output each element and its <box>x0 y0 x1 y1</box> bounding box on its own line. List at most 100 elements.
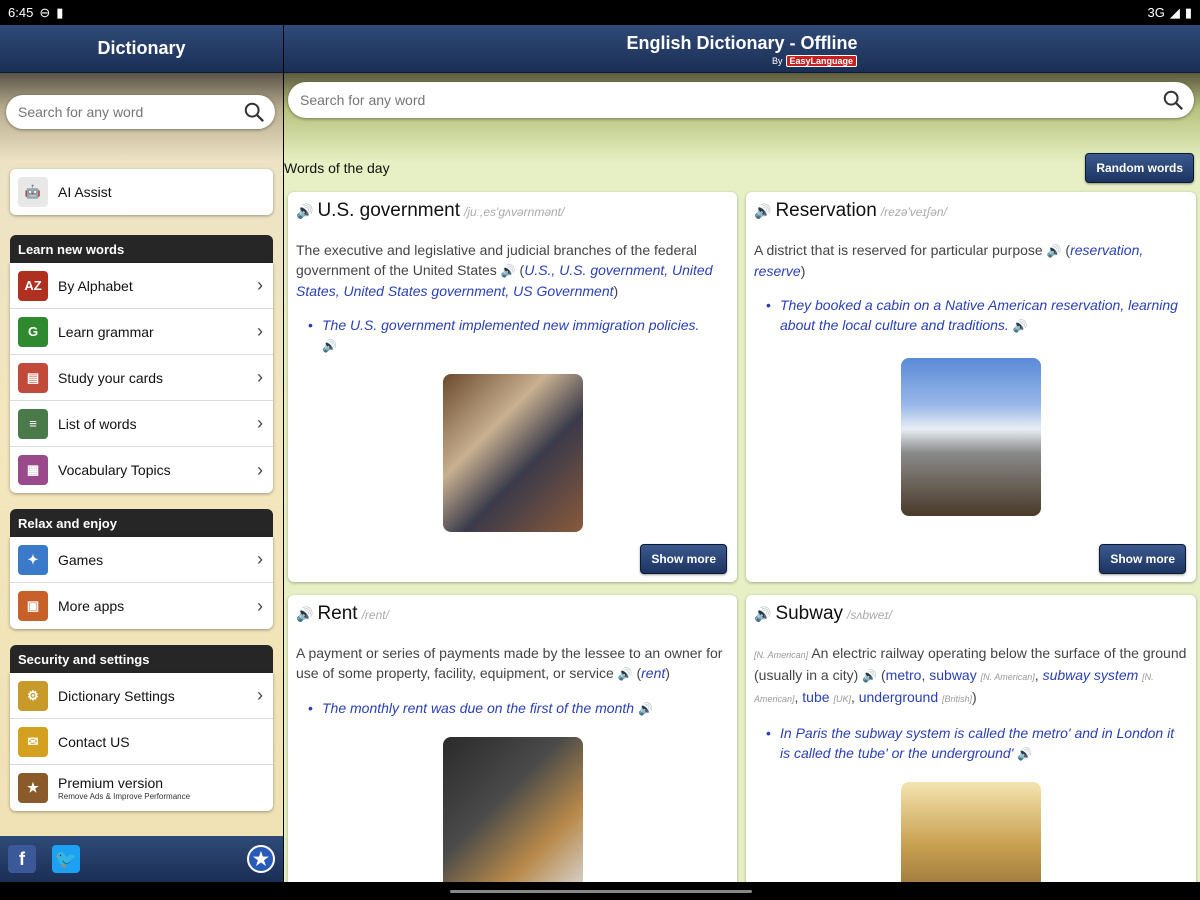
words-of-day-label: Words of the day <box>284 160 390 176</box>
sidebar-search-input[interactable] <box>18 104 243 120</box>
speaker-icon[interactable]: 🔊 <box>754 606 771 623</box>
example: In Paris the subway system is called the… <box>780 725 1175 761</box>
twitter-icon[interactable]: 🐦 <box>52 845 80 873</box>
sidebar-item-label: Learn grammar <box>58 324 257 340</box>
sidebar-item-vocabulary-topics[interactable]: ▦ Vocabulary Topics › <box>10 447 273 493</box>
sidebar-item-label: Dictionary Settings <box>58 688 257 704</box>
speaker-icon[interactable]: 🔊 <box>754 203 771 220</box>
brand-byline: By EasyLanguage <box>772 55 858 67</box>
subway-station-photo <box>901 782 1041 882</box>
word-card: 🔊 Rent/rent/ A payment or series of payme… <box>288 595 737 882</box>
show-more-button[interactable]: Show more <box>1099 544 1186 574</box>
games-icon: ✦ <box>18 544 48 575</box>
speaker-icon[interactable]: 🔊 <box>618 667 633 681</box>
sidebar-item-premium-version[interactable]: ★ Premium version Remove Ads & Improve Per… <box>10 765 273 811</box>
sidebar-item-text: Dictionary Settings <box>58 687 175 704</box>
synonym-subway[interactable]: subway <box>929 667 976 683</box>
word-title[interactable]: Rent <box>317 603 357 625</box>
list-icon: ≡ <box>18 408 48 439</box>
word-title[interactable]: Reservation <box>775 200 876 222</box>
word-title[interactable]: U.S. government <box>317 200 460 222</box>
word-title[interactable]: Subway <box>775 603 843 625</box>
status-bar: 6:45 ⊖ ▮ 3G ◢ ▮ <box>0 0 1200 25</box>
sidebar-section-title: Security and settings <box>10 645 273 673</box>
speaker-icon[interactable]: 🔊 <box>1047 244 1062 258</box>
sidebar-section-card: AZ By Alphabet › G Learn grammar › ▤ Study your… <box>10 263 273 493</box>
example: They booked a cabin on a Native American… <box>780 297 1178 333</box>
sidebar-item-list-of-words[interactable]: ≡ List of words › <box>10 401 273 447</box>
sidebar-search-area <box>0 73 283 163</box>
region-tag: [N. American] <box>754 650 809 660</box>
example: The U.S. government implemented new immi… <box>322 317 700 333</box>
sidebar-item-by-alphabet[interactable]: AZ By Alphabet › <box>10 263 273 309</box>
rent-jar-photo <box>442 737 583 882</box>
speaker-icon[interactable]: 🔊 <box>296 606 313 623</box>
sidebar-section-title: Relax and enjoy <box>10 509 273 537</box>
sidebar-item-text: By Alphabet <box>58 277 133 294</box>
chevron-right-icon: › <box>257 459 263 480</box>
sidebar-item-text: Contact US <box>58 733 130 750</box>
mountain-photo <box>901 358 1041 516</box>
sidebar-item-dictionary-settings[interactable]: ⚙ Dictionary Settings › <box>10 673 273 719</box>
speaker-icon[interactable]: 🔊 <box>322 339 337 353</box>
sidebar-item-text: Premium version <box>58 775 164 791</box>
speaker-icon[interactable]: 🔊 <box>1017 747 1032 761</box>
sidebar-item-label: Games <box>58 552 257 568</box>
word-card: 🔊 Subway/sʌbweɪ/ [N. American] An electri… <box>746 595 1196 882</box>
random-words-button[interactable]: Random words <box>1085 153 1194 183</box>
example: The monthly rent was due on the first of… <box>322 700 635 716</box>
sidebar-item-more-apps[interactable]: ▣ More apps › <box>10 583 273 629</box>
sidebar-item-text: Study your cards <box>58 369 164 386</box>
chevron-right-icon: › <box>257 367 263 387</box>
synonym-metro[interactable]: metro <box>886 667 922 683</box>
search-icon[interactable] <box>243 101 265 123</box>
sidebar-item-label: Vocabulary Topics <box>58 462 257 478</box>
sidebar-item-contact-us[interactable]: ✉ Contact US <box>10 719 273 765</box>
main-header: English Dictionary - Offline By EasyLang… <box>284 25 1200 73</box>
synonym-subway-system[interactable]: subway system <box>1043 667 1139 683</box>
main-search-area <box>284 73 1200 163</box>
sidebar-search-box[interactable] <box>6 95 275 129</box>
speaker-icon[interactable]: 🔊 <box>501 264 516 278</box>
facebook-icon[interactable]: f <box>8 845 36 873</box>
main-search-box[interactable] <box>288 82 1194 118</box>
home-gesture-handle[interactable] <box>450 890 752 893</box>
chevron-right-icon: › <box>257 685 263 705</box>
sidebar-item-learn-grammar[interactable]: G Learn grammar › <box>10 309 273 355</box>
sidebar-item-label: Study your cards <box>58 370 257 386</box>
synonyms[interactable]: rent <box>641 665 665 681</box>
sidebar-item-study-your-cards[interactable]: ▤ Study your cards › <box>10 355 273 401</box>
speaker-icon[interactable]: 🔊 <box>1013 319 1028 333</box>
speaker-icon[interactable]: 🔊 <box>296 203 313 220</box>
rate-star-icon[interactable]: ★ <box>247 845 275 873</box>
sidebar-item-label: By Alphabet <box>58 278 257 294</box>
sidebar-title: Dictionary <box>0 25 283 73</box>
alphabet-icon: AZ <box>18 270 48 301</box>
sidebar-item-text: Vocabulary Topics <box>58 462 171 478</box>
speaker-icon[interactable]: 🔊 <box>862 669 877 683</box>
sidebar-item-label: Contact US <box>58 734 263 750</box>
sidebar-item-text: Learn grammar <box>58 323 154 340</box>
pronunciation: /rezə'veɪʃən/ <box>880 205 947 219</box>
sdcard-icon: ▮ <box>56 4 64 20</box>
main-search-input[interactable] <box>300 92 1162 108</box>
grammar-icon: G <box>18 316 48 347</box>
contact-icon: ✉ <box>18 726 48 757</box>
chevron-right-icon: › <box>257 413 263 433</box>
chevron-right-icon: › <box>257 549 263 569</box>
brand-logo: EasyLanguage <box>785 55 858 67</box>
settings-icon: ⚙ <box>18 680 48 711</box>
pronunciation: /sʌbweɪ/ <box>847 608 892 622</box>
sidebar-item-label: List of words <box>58 416 257 432</box>
search-icon[interactable] <box>1162 89 1184 111</box>
navigation-bar <box>0 882 1200 900</box>
speaker-icon[interactable]: 🔊 <box>638 702 653 716</box>
sidebar-item-games[interactable]: ✦ Games › <box>10 537 273 583</box>
show-more-button[interactable]: Show more <box>640 544 727 574</box>
ai-assist-item[interactable]: 🤖 AI Assist <box>10 169 273 215</box>
synonym-tube[interactable]: tube <box>802 689 829 705</box>
synonym-underground[interactable]: underground <box>859 689 938 705</box>
clock: 6:45 <box>8 5 34 20</box>
app-title: English Dictionary - Offline <box>626 33 858 53</box>
region-tag: [N. American] <box>980 672 1035 682</box>
